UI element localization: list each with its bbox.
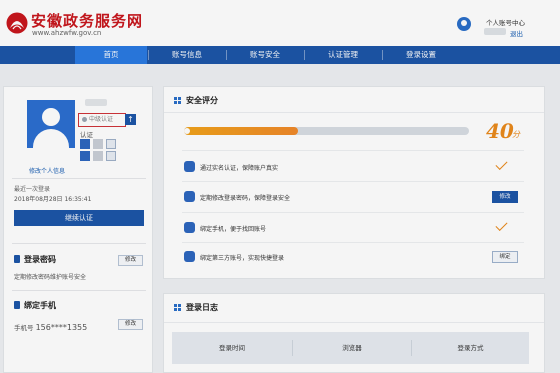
user-avatar-icon[interactable] — [457, 17, 471, 31]
logout-link[interactable]: 退出 — [510, 28, 523, 38]
login-log-title-text: 登录日志 — [186, 303, 218, 312]
row-divider — [182, 181, 524, 182]
nav-home[interactable]: 首页 — [75, 46, 147, 64]
modify-password-button[interactable]: 修改 — [492, 191, 518, 203]
profile-panel: 中级认证 ↑ 认证 修改个人信息 最近一次登录 2018年08月28日 16:3… — [3, 86, 153, 373]
face-auth-icon[interactable] — [93, 139, 103, 149]
auth-label: 认证 — [80, 131, 93, 139]
password-section-title: 登录密码 — [14, 254, 56, 265]
login-log-table-header: 登录时间 浏览器 登录方式 — [172, 332, 529, 364]
phone-icon — [14, 301, 20, 309]
nav-auth-management[interactable]: 认证管理 — [305, 46, 381, 64]
edit-profile-link[interactable]: 修改个人信息 — [29, 166, 65, 175]
nav-account-security[interactable]: 账号安全 — [227, 46, 303, 64]
phone-title-text: 绑定手机 — [24, 301, 56, 310]
progress-knob — [184, 128, 190, 134]
auth-level-badge: 中级认证 — [78, 113, 126, 127]
row-divider — [182, 212, 524, 213]
last-login-time: 2018年08月28日 16:35:41 — [14, 196, 92, 203]
id-auth-icon[interactable] — [80, 151, 90, 161]
main-nav: 首页 账号信息 账号安全 认证管理 登录设置 — [0, 46, 560, 64]
nav-account-info[interactable]: 账号信息 — [149, 46, 225, 64]
login-log-title: 登录日志 — [174, 302, 218, 313]
security-item-thirdparty: 绑定第三方账号，实现快捷登录 — [200, 255, 285, 262]
divider — [12, 243, 146, 244]
security-title-text: 安全评分 — [186, 96, 218, 105]
check-icon — [495, 218, 508, 232]
link-icon — [184, 251, 195, 262]
person-auth-icon[interactable] — [80, 139, 90, 149]
card-auth-icon[interactable] — [106, 139, 116, 149]
phone-section-title: 绑定手机 — [14, 300, 56, 311]
security-score-card: 安全评分 40 分 通过实名认证，保障账户真实 定期修改登录密码，保障登录安全 … — [163, 86, 545, 279]
password-icon — [184, 191, 195, 202]
mobile-icon — [184, 222, 195, 233]
user-center-link[interactable]: 个人账号中心 — [486, 17, 525, 27]
grid-icon — [174, 304, 181, 311]
col-login-time: 登录时间 — [219, 344, 245, 352]
site-url: www.ahzwfw.gov.cn — [32, 29, 102, 37]
security-item-phone: 绑定手机，便于找回账号 — [200, 226, 267, 233]
security-item-realname: 通过实名认证，保障账户真实 — [200, 165, 279, 172]
security-item-password: 定期修改登录密码，保障登录安全 — [200, 195, 291, 202]
change-phone-button[interactable]: 修改 — [118, 319, 143, 330]
phone-number-row: 手机号 156****1355 — [14, 322, 87, 332]
avatar-head-shape — [42, 108, 60, 126]
continue-auth-button[interactable]: 继续认证 — [14, 210, 144, 226]
verified-icon — [184, 161, 195, 172]
avatar-body-shape — [33, 129, 69, 148]
bank-auth-icon[interactable] — [93, 151, 103, 161]
phone-label: 手机号 — [14, 324, 34, 332]
card-divider — [164, 322, 544, 323]
top-header: 安徽政务服务网 www.ahzwfw.gov.cn 个人账号中心 退出 — [0, 0, 560, 46]
col-browser: 浏览器 — [342, 344, 362, 352]
profile-name-redacted — [85, 99, 107, 106]
logo-icon — [6, 12, 28, 34]
security-progress-fill — [184, 127, 298, 135]
password-title-text: 登录密码 — [24, 255, 56, 264]
auth-level-text: 中级认证 — [89, 116, 114, 123]
security-score-unit: 分 — [512, 130, 520, 139]
lock-icon — [14, 255, 20, 263]
row-divider — [182, 150, 524, 151]
security-score-value: 40 — [486, 119, 514, 143]
last-login-label: 最近一次登录 — [14, 186, 51, 193]
bind-thirdparty-button[interactable]: 绑定 — [492, 251, 518, 263]
nav-login-settings[interactable]: 登录设置 — [383, 46, 459, 64]
card-divider — [164, 112, 544, 113]
login-log-card: 登录日志 登录时间 浏览器 登录方式 — [163, 293, 545, 373]
upgrade-arrow-icon[interactable]: ↑ — [125, 114, 136, 125]
site-title: 安徽政务服务网 — [31, 12, 144, 30]
divider — [12, 178, 146, 179]
grid-icon — [174, 97, 181, 104]
username-redacted — [484, 28, 506, 35]
security-progress-bar — [184, 127, 469, 135]
divider — [12, 290, 146, 291]
phone-number: 156****1355 — [35, 323, 88, 332]
check-icon — [495, 157, 508, 171]
avatar[interactable] — [27, 100, 75, 148]
change-password-button[interactable]: 修改 — [118, 255, 143, 266]
security-score-title: 安全评分 — [174, 95, 218, 106]
level-dot-icon — [82, 117, 87, 122]
password-desc: 定期修改密码维护账号安全 — [14, 274, 87, 281]
row-divider — [182, 242, 524, 243]
col-login-method: 登录方式 — [457, 344, 484, 352]
settings-auth-icon[interactable] — [106, 151, 116, 161]
